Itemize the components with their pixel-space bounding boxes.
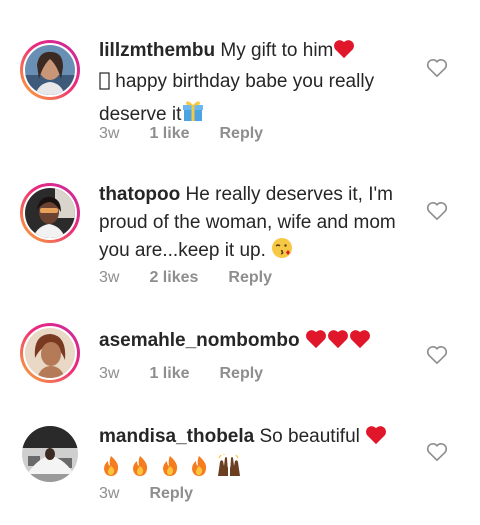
timestamp: 3w	[99, 269, 120, 286]
red-heart-emoji-icon	[349, 329, 371, 358]
missing-glyph-icon	[99, 71, 110, 99]
reply-button[interactable]: Reply	[219, 125, 263, 143]
likes-count[interactable]: 1 like	[149, 125, 189, 143]
username[interactable]: mandisa_thobela	[99, 426, 254, 447]
woman-portrait-avatar-icon	[25, 328, 75, 378]
comment-body: lillzmthembu My gift to him happy birthd…	[99, 37, 409, 132]
likes-count[interactable]: 1 like	[149, 365, 189, 383]
person-outdoors-avatar-icon	[22, 426, 78, 482]
comment-meta: 3w 1 like Reply	[99, 365, 263, 383]
heart-outline-icon[interactable]	[426, 58, 448, 78]
comment-meta: 3w 1 like Reply	[99, 125, 263, 143]
woman-avatar-icon	[25, 45, 75, 95]
comment-text: So beautiful	[259, 426, 360, 447]
red-heart-emoji-icon	[365, 425, 387, 454]
woman-in-car-avatar-icon	[25, 188, 75, 238]
reply-button[interactable]: Reply	[149, 485, 193, 503]
reply-button[interactable]: Reply	[219, 365, 263, 383]
username[interactable]: asemahle_nombombo	[99, 330, 300, 351]
heart-outline-icon[interactable]	[426, 442, 448, 462]
comment-meta: 3w Reply	[99, 485, 193, 503]
timestamp: 3w	[99, 125, 120, 142]
username[interactable]: lillzmthembu	[99, 40, 215, 61]
avatar[interactable]	[20, 424, 80, 484]
timestamp: 3w	[99, 365, 120, 382]
fire-emoji-icon	[99, 454, 123, 487]
comment-body: asemahle_nombombo	[99, 327, 409, 358]
heart-outline-icon[interactable]	[426, 345, 448, 365]
comment-body: thatopoo He really deserves it, I'm prou…	[99, 181, 409, 268]
comment-meta: 3w 2 likes Reply	[99, 269, 272, 287]
username[interactable]: thatopoo	[99, 184, 180, 205]
likes-count[interactable]: 2 likes	[149, 269, 198, 287]
comment-text-line-2: happy birthday babe you really deserve i…	[99, 71, 375, 125]
timestamp: 3w	[99, 485, 120, 502]
heart-outline-icon[interactable]	[426, 201, 448, 221]
raising-hands-emoji-icon	[216, 453, 242, 487]
fire-emoji-icon	[128, 454, 152, 487]
red-heart-emoji-icon	[327, 329, 349, 358]
avatar[interactable]	[20, 323, 80, 383]
comment-body: mandisa_thobela So beautiful	[99, 423, 409, 487]
reply-button[interactable]: Reply	[228, 269, 272, 287]
red-heart-emoji-icon	[305, 329, 327, 358]
fire-emoji-icon	[158, 454, 182, 487]
comment-text: My gift to him	[220, 40, 334, 61]
avatar[interactable]	[20, 40, 80, 100]
avatar[interactable]	[20, 183, 80, 243]
fire-emoji-icon	[187, 454, 211, 487]
face-blowing-kiss-emoji-icon	[271, 237, 293, 268]
red-heart-emoji-icon	[333, 39, 355, 68]
